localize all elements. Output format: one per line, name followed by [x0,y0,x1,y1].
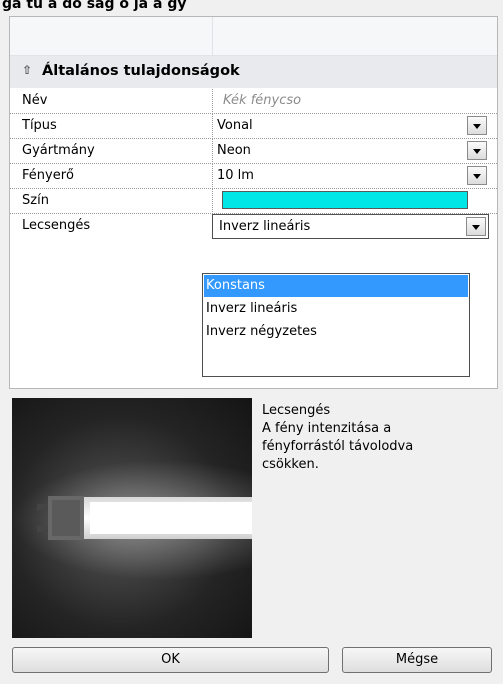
color-swatch[interactable] [222,191,468,209]
row-label-falloff: Lecsengés [22,218,91,233]
row-label-color: Szín [22,193,49,208]
brightness-dropdown-arrow-icon[interactable] [467,166,487,185]
row-label-name: Név [22,93,48,108]
row-type: Típus Vonal [10,114,497,139]
type-select[interactable]: Vonal [215,115,460,137]
falloff-select-value: Inverz lineáris [219,219,311,234]
description-title: Lecsengés [262,403,331,418]
dropdown-option-constant[interactable]: Konstans [204,275,468,297]
falloff-select[interactable]: Inverz lineáris [212,214,489,239]
property-grid-header [10,17,497,56]
row-falloff: Lecsengés Inverz lineáris [10,214,497,239]
row-color: Szín [10,189,497,214]
section-title: Általános tulajdonságok [42,63,240,79]
ok-button[interactable]: OK [12,647,329,673]
description-line-3: csökken. [262,457,319,472]
cancel-button[interactable]: Mégse [342,647,492,673]
preview-image [12,398,252,638]
row-label-make: Gyártmány [22,143,95,158]
make-select[interactable]: Neon [215,140,460,162]
brightness-select[interactable]: 10 lm [215,165,460,187]
row-name: Név Kék fénycso [10,89,497,114]
dropdown-option-inverse-square[interactable]: Inverz négyzetes [204,321,468,343]
row-label-type: Típus [22,118,57,133]
falloff-dropdown-arrow-icon[interactable] [466,217,486,236]
collapse-chevron-icon[interactable]: ⇧ [22,63,32,77]
section-general-properties[interactable]: ⇧ Általános tulajdonságok [10,56,497,88]
property-description: Lecsengés A fény intenzitása a fényforrá… [262,402,487,474]
name-field[interactable]: Kék fénycso [215,89,489,113]
row-make: Gyártmány Neon [10,139,497,164]
clipped-dialog-title: ga tu a do ság o ja a gy [2,0,187,12]
row-label-brightness: Fényerő [22,168,74,183]
row-brightness: Fényerő 10 lm [10,164,497,189]
type-dropdown-arrow-icon[interactable] [467,116,487,135]
falloff-dropdown-list: Konstans Inverz lineáris Inverz négyzete… [202,273,470,377]
description-line-1: A fény intenzitása a [262,421,392,436]
fluorescent-tube-icon [12,460,252,580]
dropdown-option-inverse-linear[interactable]: Inverz lineáris [204,298,468,320]
make-dropdown-arrow-icon[interactable] [467,141,487,160]
description-line-2: fényforrástól távolodva [262,439,414,454]
